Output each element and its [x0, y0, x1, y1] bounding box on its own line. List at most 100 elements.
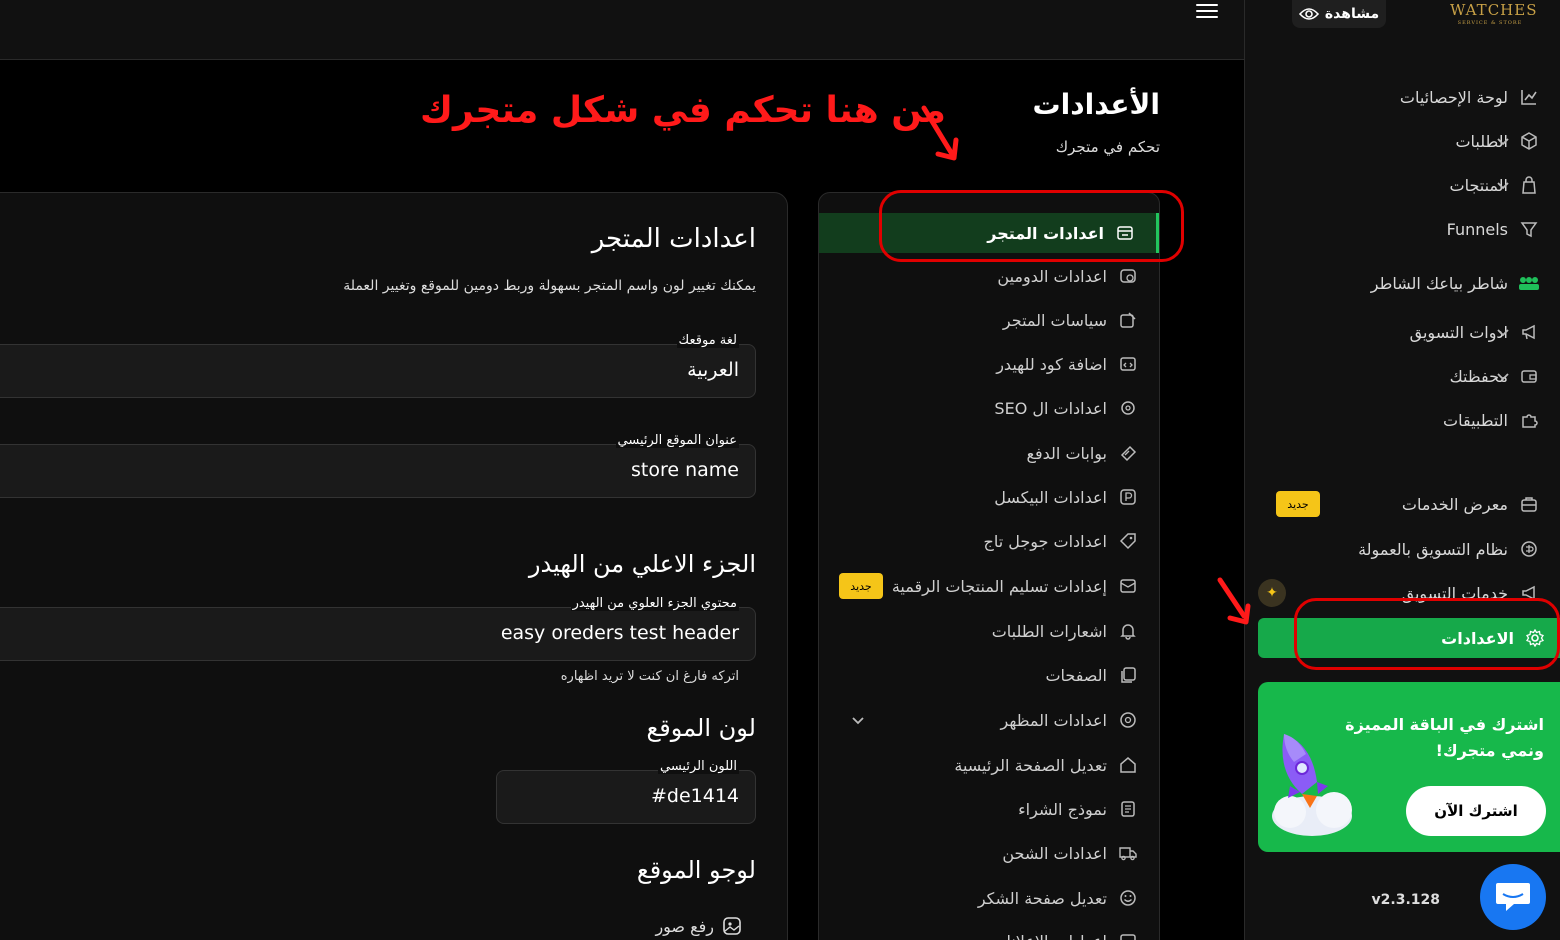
- new-badge: جديد: [839, 573, 883, 599]
- view-store-button[interactable]: مشاهدة: [1292, 0, 1386, 28]
- bell-icon: [1117, 620, 1139, 642]
- field-hint: اتركه فارغ ان كنت لا تريد اظهاره: [560, 669, 739, 684]
- policy-icon: [1117, 309, 1139, 331]
- menu-item-label: اعدادات الاعلانات: [991, 932, 1107, 940]
- menu-item-order-notifications[interactable]: اشعارات الطلبات: [819, 611, 1159, 651]
- sidebar-item-wallet[interactable]: محفظتك: [1244, 358, 1560, 394]
- menu-item-domain[interactable]: اعدادات الدومين: [819, 256, 1159, 296]
- field-value: العربية: [687, 359, 739, 381]
- image-upload-icon: [723, 917, 741, 935]
- sidebar-item-label: نظام التسويق بالعمولة: [1358, 539, 1508, 559]
- settings-menu: اعدادات المتجر اعدادات الدومين سياسات ال…: [818, 192, 1160, 940]
- upload-images-button[interactable]: رفع صور: [655, 916, 742, 936]
- chart-icon: [1518, 86, 1540, 108]
- menu-item-pages[interactable]: الصفحات: [819, 655, 1159, 695]
- logo-section-title: لوجو الموقع: [636, 856, 756, 884]
- sidebar-item-apps[interactable]: التطبيقات: [1244, 402, 1560, 438]
- group-icon: [1518, 272, 1540, 294]
- box-icon: [1518, 130, 1540, 152]
- chat-icon: [1496, 883, 1530, 911]
- language-field[interactable]: لغة موقعك العربية: [0, 333, 756, 398]
- menu-item-label: اعدادات المظهر: [1000, 710, 1107, 730]
- menu-item-label: اعدادات جوجل تاج: [983, 531, 1107, 551]
- menu-item-digital-delivery[interactable]: إعدادات تسليم المنتجات الرقمية جديد: [819, 566, 1159, 606]
- menu-item-label: الصفحات: [1045, 665, 1107, 685]
- menu-item-checkout-form[interactable]: نموذج الشراء: [819, 789, 1159, 829]
- upgrade-promo-card: اشترك في الباقة المميزة ونمي متجرك! اشتر…: [1258, 682, 1560, 852]
- chevron-down-icon[interactable]: [1494, 323, 1512, 341]
- menu-item-shipping[interactable]: اعدادات الشحن: [819, 833, 1159, 873]
- digital-icon: [1117, 575, 1139, 597]
- subscribe-button[interactable]: اشترك الآن: [1406, 786, 1546, 836]
- home-icon: [1117, 754, 1139, 776]
- menu-item-policies[interactable]: سياسات المتجر: [819, 300, 1159, 340]
- services-icon: [1518, 493, 1540, 515]
- menu-item-label: تعديل الصفحة الرئيسية: [954, 755, 1107, 775]
- menu-item-label: اعدادات البيكسل: [994, 487, 1107, 507]
- menu-item-label: تعديل صفحة الشكر: [977, 888, 1107, 908]
- menu-item-thank-you-page[interactable]: تعديل صفحة الشكر: [819, 878, 1159, 918]
- sidebar-item-seller[interactable]: شاطر بياعك الشاطر: [1244, 265, 1560, 301]
- sidebar-item-label: شاطر بياعك الشاطر: [1370, 273, 1508, 293]
- menu-item-google-tag[interactable]: اعدادات جوجل تاج: [819, 521, 1159, 561]
- bag-icon: [1518, 174, 1540, 196]
- menu-item-pixel[interactable]: اعدادات البيكسل: [819, 477, 1159, 517]
- menu-item-seo[interactable]: اعدادات ال SEO: [819, 388, 1159, 428]
- menu-item-label: نموذج الشراء: [1018, 799, 1107, 819]
- domain-icon: [1117, 265, 1139, 287]
- new-badge: جديد: [1276, 491, 1320, 517]
- chevron-down-icon[interactable]: [1494, 132, 1512, 150]
- menu-item-header-code[interactable]: اضافة كود للهيدر: [819, 344, 1159, 384]
- sidebar-item-affiliate[interactable]: نظام التسويق بالعمولة: [1244, 531, 1560, 567]
- sidebar-item-orders[interactable]: الطلبات: [1244, 123, 1560, 159]
- annotation-outline-settings: [1294, 598, 1560, 670]
- view-store-label: مشاهدة: [1324, 6, 1380, 22]
- sidebar-item-label: معرض الخدمات: [1401, 494, 1508, 514]
- header-content-field[interactable]: محتوي الجزء العلوي من الهيدر easy oreder…: [0, 596, 756, 661]
- menu-toggle-icon[interactable]: [1196, 0, 1218, 18]
- field-label: لغة موقعك: [676, 333, 739, 348]
- chevron-down-icon[interactable]: [1494, 367, 1512, 385]
- menu-item-home-page[interactable]: تعديل الصفحة الرئيسية: [819, 745, 1159, 785]
- chevron-down-icon[interactable]: [1494, 176, 1512, 194]
- app-version: v2.3.128: [1371, 892, 1440, 908]
- site-title-field[interactable]: عنوان الموقع الرئيسي store name: [0, 433, 756, 498]
- menu-item-payment[interactable]: بوابات الدفع: [819, 433, 1159, 473]
- chat-support-button[interactable]: [1480, 864, 1546, 930]
- tag-icon: [1117, 530, 1139, 552]
- menu-item-ads[interactable]: اعدادات الاعلانات: [819, 921, 1159, 940]
- menu-item-appearance[interactable]: اعدادات المظهر: [819, 700, 1159, 740]
- section-description: يمكنك تغيير لون واسم المتجر بسهولة وربط …: [343, 278, 756, 294]
- sidebar-item-label: التطبيقات: [1443, 410, 1508, 430]
- affiliate-icon: [1518, 538, 1540, 560]
- sidebar-item-products[interactable]: المنتجات: [1244, 167, 1560, 203]
- sidebar-item-dashboard[interactable]: لوحة الإحصائيات: [1244, 79, 1560, 115]
- field-label: محتوي الجزء العلوي من الهيدر: [570, 596, 739, 611]
- primary-color-field[interactable]: اللون الرئيسي #de1414: [496, 759, 756, 824]
- sidebar-item-services[interactable]: معرض الخدمات جديد: [1244, 486, 1560, 522]
- palette-icon: [1117, 709, 1139, 731]
- menu-item-label: اضافة كود للهيدر: [996, 354, 1107, 374]
- eye-icon: [1298, 8, 1319, 20]
- menu-item-label: اشعارات الطلبات: [991, 621, 1107, 641]
- sidebar-item-funnels[interactable]: Funnels: [1244, 211, 1560, 247]
- store-logo[interactable]: WATCHES SERVICE & STORE: [1450, 0, 1536, 34]
- menu-item-label: اعدادات الشحن: [1002, 843, 1107, 863]
- page-title: الأعدادات: [1032, 88, 1160, 121]
- pixel-icon: [1117, 486, 1139, 508]
- menu-item-label: إعدادات تسليم المنتجات الرقمية: [891, 576, 1107, 596]
- page-subtitle: تحكم في متجرك: [1055, 138, 1160, 156]
- truck-icon: [1117, 842, 1139, 864]
- section-title: اعدادات المتجر: [591, 224, 756, 254]
- form-icon: [1117, 798, 1139, 820]
- sidebar-item-marketing-tools[interactable]: ادوات التسويق: [1244, 314, 1560, 350]
- annotation-arrow-icon: [921, 105, 959, 161]
- upload-label: رفع صور: [655, 916, 714, 936]
- menu-item-label: بوابات الدفع: [1026, 443, 1107, 463]
- field-label: عنوان الموقع الرئيسي: [615, 433, 739, 448]
- logo-subtext: SERVICE & STORE: [1457, 20, 1523, 26]
- payment-icon: [1117, 442, 1139, 464]
- megaphone-icon: [1518, 321, 1540, 343]
- chevron-down-icon[interactable]: [849, 711, 867, 729]
- header-section-title: الجزء الاعلي من الهيدر: [528, 550, 756, 578]
